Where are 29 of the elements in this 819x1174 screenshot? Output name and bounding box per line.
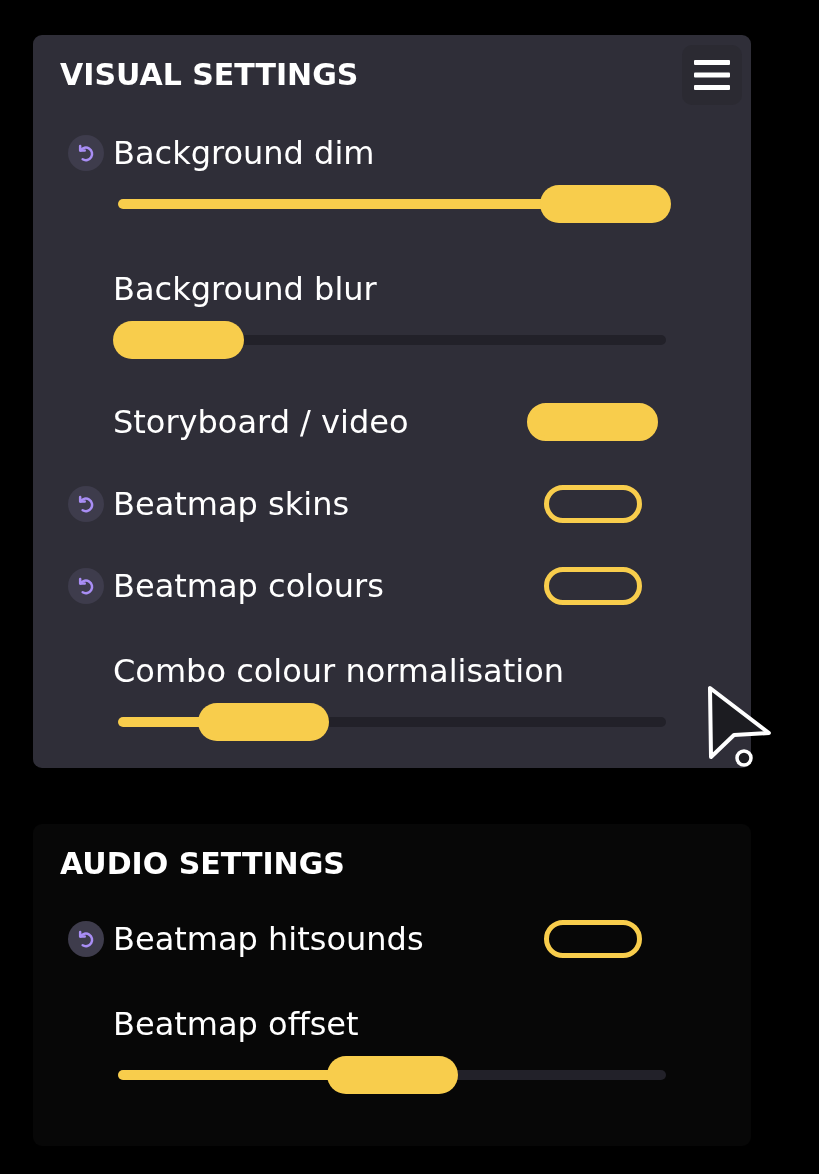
setting-label: Combo colour normalisation <box>113 652 565 690</box>
mouse-cursor-icon <box>707 685 773 769</box>
toggle-switch[interactable] <box>543 920 642 958</box>
reset-button[interactable] <box>68 486 104 522</box>
setting-label: Storyboard / video <box>113 403 409 441</box>
counterclockwise-arrow-icon <box>76 929 96 949</box>
reset-button[interactable] <box>68 921 104 957</box>
reset-button[interactable] <box>68 568 104 604</box>
setting-label: Beatmap colours <box>113 567 384 605</box>
counterclockwise-arrow-icon <box>76 494 96 514</box>
setting-label: Beatmap hitsounds <box>113 920 424 958</box>
toggle-switch[interactable] <box>527 403 658 441</box>
counterclockwise-arrow-icon <box>76 143 96 163</box>
setting-label: Beatmap offset <box>113 1005 360 1043</box>
counterclockwise-arrow-icon <box>76 576 96 596</box>
setting-label: Background dim <box>113 134 376 172</box>
toggle-switch[interactable] <box>543 567 642 605</box>
setting-label: Beatmap skins <box>113 485 350 523</box>
toggle-switch[interactable] <box>543 485 642 523</box>
section-title: AUDIO SETTINGS <box>60 845 345 883</box>
menu-button[interactable] <box>682 45 742 105</box>
section-title: VISUAL SETTINGS <box>60 56 359 94</box>
slider-thumb[interactable] <box>326 1056 458 1094</box>
slider-thumb[interactable] <box>198 703 330 741</box>
reset-button[interactable] <box>68 135 104 171</box>
slider-thumb[interactable] <box>113 321 244 359</box>
slider-thumb[interactable] <box>540 185 671 223</box>
setting-label: Background blur <box>113 270 378 308</box>
menu-icon <box>694 60 730 90</box>
